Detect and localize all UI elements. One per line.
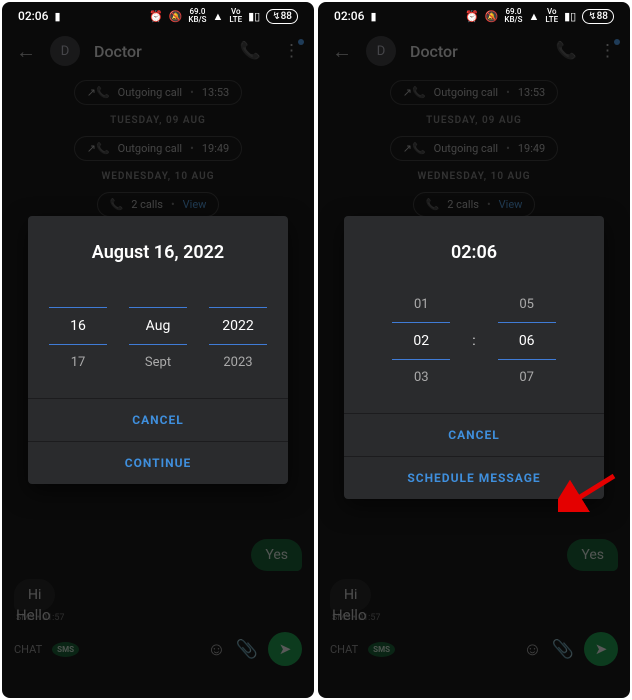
call-log-item[interactable]: ↗📞 Outgoing call • 19:49	[390, 136, 558, 161]
emoji-icon[interactable]: ☺	[207, 639, 225, 660]
continue-button[interactable]: CONTINUE	[28, 441, 288, 484]
more-icon[interactable]: ⋮	[599, 41, 616, 61]
net-speed: 69.0KB/S	[504, 8, 522, 24]
attach-icon[interactable]: 📎	[552, 639, 574, 660]
send-button[interactable]: ➤	[584, 632, 618, 666]
schedule-message-button[interactable]: SCHEDULE MESSAGE	[344, 456, 604, 499]
cancel-button[interactable]: CANCEL	[28, 398, 288, 441]
contact-name[interactable]: Doctor	[94, 42, 226, 61]
chat-chip-label[interactable]: CHAT	[14, 643, 42, 656]
status-bar: 02:06 ▮ ⏰ 🔕 69.0KB/S ▲ VoLTE ▮▯ ↯88	[318, 2, 630, 28]
outgoing-call-icon: ↗📞	[87, 86, 110, 99]
sim-icon: ▮	[370, 10, 376, 23]
call-log-item[interactable]: 📞 2 calls • View	[97, 192, 220, 217]
status-bar: 02:06 ▮ ⏰ 🔕 69.0KB/S ▲ VoLTE ▮▯ ↯88	[2, 2, 314, 28]
attach-icon[interactable]: 📎	[236, 639, 258, 660]
message-out[interactable]: Yes	[251, 539, 302, 571]
net-speed: 69.0KB/S	[188, 8, 206, 24]
date-separator: WEDNESDAY, 10 AUG	[318, 171, 630, 182]
signal-icon: ▮▯	[564, 10, 576, 23]
month-column: Aug Sept	[129, 287, 187, 380]
call-icon: 📞	[110, 198, 124, 211]
year-column: 2022 2023	[209, 287, 267, 380]
call-log-item[interactable]: ↗📞 Outgoing call • 13:53	[74, 80, 242, 105]
avatar[interactable]: D	[50, 36, 80, 66]
sim-icon: ▮	[54, 10, 60, 23]
hour-column: 01 02 03	[392, 287, 450, 395]
phone-left: 02:06 ▮ ⏰ 🔕 69.0KB/S ▲ VoLTE ▮▯ ↯88 ← D …	[2, 2, 314, 698]
send-button[interactable]: ➤	[268, 632, 302, 666]
contact-name[interactable]: Doctor	[410, 42, 542, 61]
compose-area: Hello CHAT SMS ☺ 📎 ➤	[2, 598, 314, 666]
date-picker[interactable]: 16 17 Aug Sept 2022 2023	[28, 283, 288, 384]
time-picker[interactable]: 01 02 03 : 05 06 07	[344, 283, 604, 399]
message-input[interactable]: Hello	[330, 598, 618, 632]
date-picker-dialog: August 16, 2022 16 17 Aug Sept 2022 2023…	[28, 216, 288, 484]
emoji-icon[interactable]: ☺	[523, 639, 541, 660]
back-icon[interactable]: ←	[16, 39, 36, 64]
back-icon[interactable]: ←	[332, 39, 352, 64]
status-time: 02:06	[334, 9, 364, 23]
battery-indicator: ↯88	[582, 9, 614, 24]
outgoing-call-icon: ↗📞	[403, 142, 426, 155]
sms-chip-label[interactable]: SMS	[52, 642, 79, 657]
call-log-item[interactable]: ↗📞 Outgoing call • 13:53	[390, 80, 558, 105]
date-separator: TUESDAY, 09 AUG	[2, 115, 314, 126]
alarm-icon: ⏰	[149, 10, 163, 23]
avatar[interactable]: D	[366, 36, 396, 66]
date-separator: WEDNESDAY, 10 AUG	[2, 171, 314, 182]
outgoing-call-icon: ↗📞	[403, 86, 426, 99]
call-icon[interactable]: 📞	[240, 41, 261, 61]
battery-indicator: ↯88	[266, 9, 298, 24]
day-column: 16 17	[49, 287, 107, 380]
sms-chip-label[interactable]: SMS	[368, 642, 395, 657]
chat-header: ← D Doctor 📞 ⋮	[318, 28, 630, 74]
mute-icon: 🔕	[169, 10, 183, 23]
chat-chip-label[interactable]: CHAT	[330, 643, 358, 656]
volte-icon: VoLTE	[229, 8, 242, 24]
wifi-icon: ▲	[212, 10, 223, 23]
phone-right: 02:06 ▮ ⏰ 🔕 69.0KB/S ▲ VoLTE ▮▯ ↯88 ← D …	[318, 2, 630, 698]
volte-icon: VoLTE	[545, 8, 558, 24]
outgoing-call-icon: ↗📞	[87, 142, 110, 155]
wifi-icon: ▲	[528, 10, 539, 23]
message-out[interactable]: Yes	[567, 539, 618, 571]
dialog-title: August 16, 2022	[28, 216, 288, 283]
dialog-title: 02:06	[344, 216, 604, 283]
call-log-item[interactable]: 📞 2 calls • View	[413, 192, 536, 217]
alarm-icon: ⏰	[465, 10, 479, 23]
minute-column: 05 06 07	[498, 287, 556, 395]
call-log-item[interactable]: ↗📞 Outgoing call • 19:49	[74, 136, 242, 161]
time-picker-dialog: 02:06 01 02 03 : 05 06 07 CANCEL SCHEDUL…	[344, 216, 604, 499]
chat-header: ← D Doctor 📞 ⋮	[2, 28, 314, 74]
date-separator: TUESDAY, 09 AUG	[318, 115, 630, 126]
compose-area: Hello CHAT SMS ☺ 📎 ➤	[318, 598, 630, 666]
cancel-button[interactable]: CANCEL	[344, 413, 604, 456]
mute-icon: 🔕	[485, 10, 499, 23]
more-icon[interactable]: ⋮	[283, 41, 300, 61]
call-icon: 📞	[426, 198, 440, 211]
time-colon: :	[472, 333, 475, 349]
message-input[interactable]: Hello	[14, 598, 302, 632]
signal-icon: ▮▯	[248, 10, 260, 23]
call-icon[interactable]: 📞	[556, 41, 577, 61]
status-time: 02:06	[18, 9, 48, 23]
